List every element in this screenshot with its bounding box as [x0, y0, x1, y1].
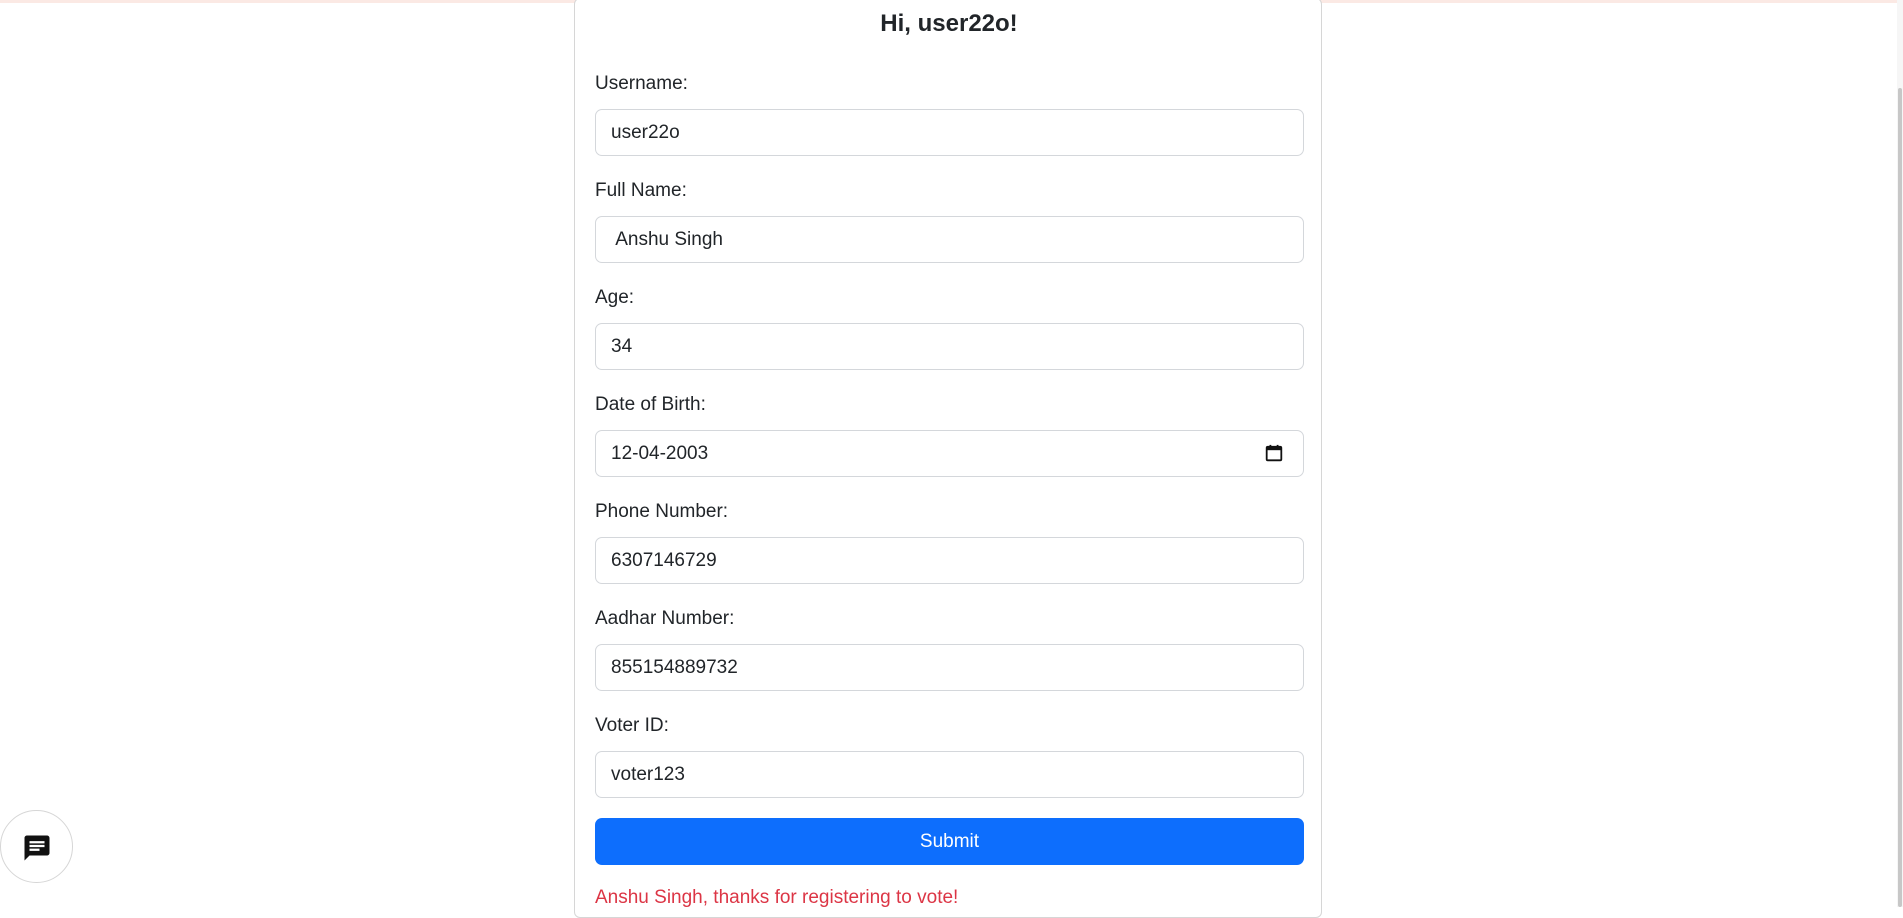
vertical-scrollbar[interactable] [1897, 0, 1903, 907]
registration-form-card: Hi, user22o! Username: Full Name: Age: D… [574, 0, 1322, 918]
chat-button[interactable] [0, 810, 73, 883]
registration-message: Anshu Singh, thanks for registering to v… [595, 887, 959, 908]
date-of-birth-label: Date of Birth: [595, 394, 706, 415]
aadhar-number-label: Aadhar Number: [595, 608, 735, 629]
page-title: Hi, user22o! [880, 10, 1018, 37]
username-input[interactable] [595, 109, 1304, 156]
voter-id-input[interactable] [595, 751, 1304, 798]
date-of-birth-input[interactable]: 12-04-2003 [595, 430, 1304, 477]
scrollbar-thumb[interactable] [1898, 88, 1902, 907]
age-input[interactable] [595, 323, 1304, 370]
date-of-birth-value: 12-04-2003 [611, 443, 709, 464]
age-label: Age: [595, 287, 635, 308]
phone-number-input[interactable] [595, 537, 1304, 584]
username-label: Username: [595, 73, 688, 94]
full-name-input[interactable] [595, 216, 1304, 263]
submit-button[interactable]: Submit [595, 818, 1304, 865]
full-name-label: Full Name: [595, 180, 687, 201]
voter-id-label: Voter ID: [595, 715, 669, 736]
chat-icon [24, 835, 50, 861]
calendar-icon[interactable] [1265, 444, 1283, 462]
aadhar-number-input[interactable] [595, 644, 1304, 691]
phone-number-label: Phone Number: [595, 501, 729, 522]
